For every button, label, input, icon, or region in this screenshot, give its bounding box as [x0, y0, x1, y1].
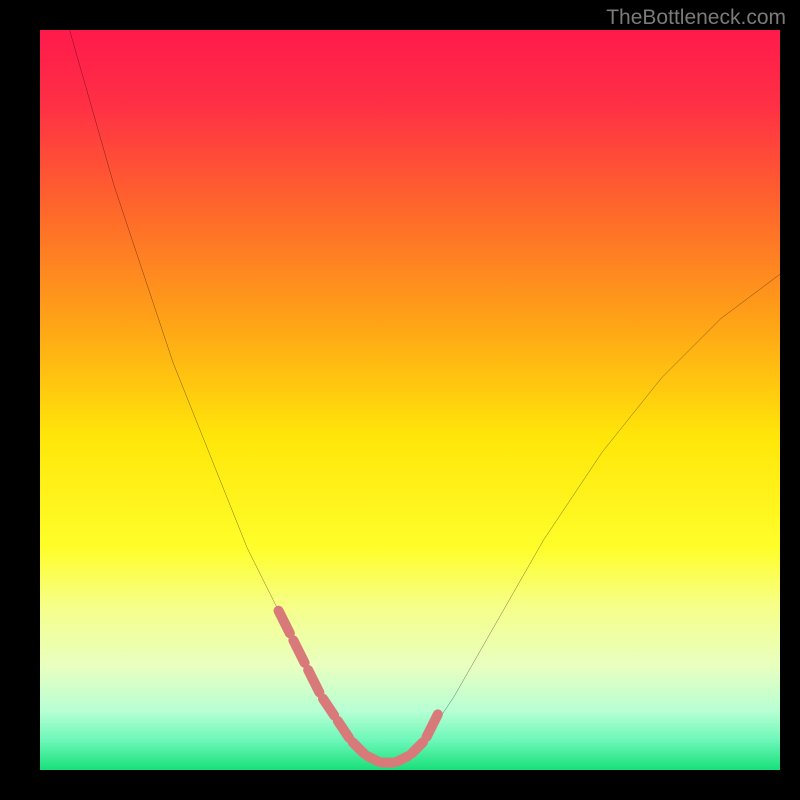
- valley-highlight-segment: [293, 640, 304, 662]
- valley-highlight-segment: [397, 756, 408, 762]
- valley-highlight-segment: [323, 699, 334, 716]
- valley-highlight-segment: [353, 742, 364, 753]
- curve-layer: [40, 30, 780, 770]
- valley-highlight-segment: [412, 742, 423, 753]
- valley-highlight-segment: [308, 670, 319, 692]
- valley-highlight-segment: [427, 714, 438, 736]
- plot-area: [40, 30, 780, 770]
- chart-frame: TheBottleneck.com: [0, 0, 800, 800]
- bottleneck-curve-path: [70, 30, 780, 763]
- valley-highlight-segment: [338, 721, 349, 738]
- valley-highlight-segment: [367, 756, 378, 762]
- valley-highlight-segment: [279, 611, 290, 633]
- watermark-text: TheBottleneck.com: [606, 6, 786, 30]
